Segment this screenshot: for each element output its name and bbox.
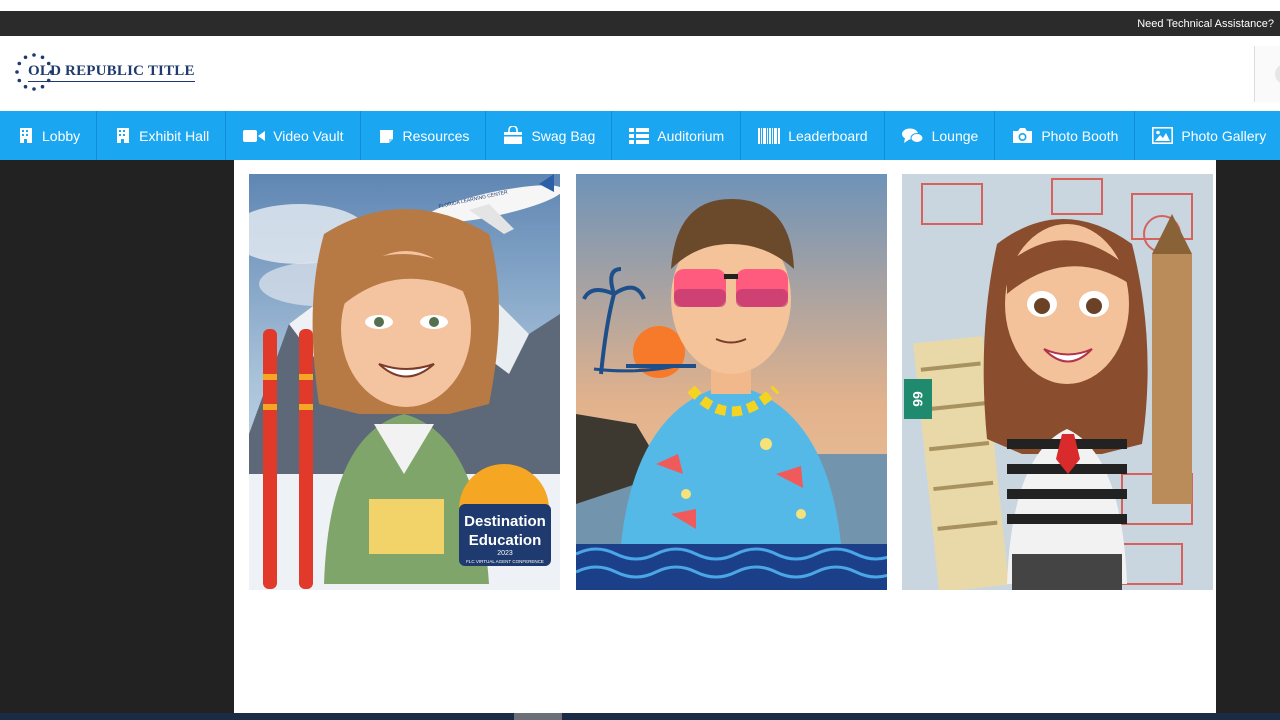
nav-resources[interactable]: Resources [361,111,487,160]
image-icon [1152,127,1174,144]
star-ring-icon [15,53,53,91]
nav-lounge[interactable]: Lounge [885,111,996,160]
barcode-icon [758,127,781,144]
nav-label: Video Vault [273,127,344,144]
photo-gallery-panel: FLORIDA LEARNING CENTER Destination Educ… [234,160,1216,713]
svg-text:Destination: Destination [464,513,546,530]
camera-icon [1012,127,1033,144]
gallery-photo[interactable]: 66 [902,174,1213,590]
nav-label: Lobby [42,127,81,144]
nav-photo-booth[interactable]: Photo Booth [995,111,1136,160]
taskbar-strip [0,713,1280,720]
nav-video-vault[interactable]: Video Vault [226,111,361,160]
nav-photo-gallery[interactable]: Photo Gallery [1135,111,1280,160]
nav-label: Exhibit Hall [139,127,210,144]
gallery-photo[interactable] [576,174,887,590]
brand-logo[interactable]: OLD REPUBLIC TITLE [14,50,195,94]
video-camera-icon [243,127,266,144]
nav-label: Photo Gallery [1181,127,1267,144]
user-avatar[interactable] [1254,46,1280,102]
nav-exhibit-hall[interactable]: Exhibit Hall [97,111,227,160]
ski-right [299,329,313,589]
destination-education-badge: Destination Education 2023 FLC VIRTUAL A… [459,464,551,566]
chat-bubbles-icon [901,127,924,144]
ski-left [263,329,277,589]
nav-label: Photo Booth [1041,127,1119,144]
nav-label: Leaderboard [788,127,868,144]
svg-text:FLC VIRTUAL AGENT CONFERENCE: FLC VIRTUAL AGENT CONFERENCE [466,559,544,564]
nav-label: Resources [402,127,470,144]
nav-label: Auditorium [657,127,725,144]
svg-text:66: 66 [910,391,926,407]
site-header: OLD REPUBLIC TITLE [0,36,1280,111]
building-icon [114,127,131,144]
gallery-photo[interactable]: FLORIDA LEARNING CENTER Destination Educ… [249,174,560,590]
building-icon [17,127,34,144]
grid-list-icon [629,127,650,144]
nav-label: Swag Bag [531,127,596,144]
nav-swag-bag[interactable]: Swag Bag [486,111,613,160]
document-icon [378,127,395,144]
svg-text:2023: 2023 [497,550,513,557]
nav-auditorium[interactable]: Auditorium [612,111,742,160]
main-nav: Lobby Exhibit Hall Video Vault Resources… [0,111,1280,160]
nav-label: Lounge [931,127,979,144]
nav-leaderboard[interactable]: Leaderboard [741,111,885,160]
browser-top-strip [0,0,1280,11]
shopping-bag-icon [503,126,523,144]
tech-assistance-link[interactable]: Need Technical Assistance? [1137,18,1274,30]
nav-lobby[interactable]: Lobby [0,111,98,160]
svg-text:Education: Education [469,532,542,549]
tech-support-bar: Need Technical Assistance? [0,11,1280,36]
